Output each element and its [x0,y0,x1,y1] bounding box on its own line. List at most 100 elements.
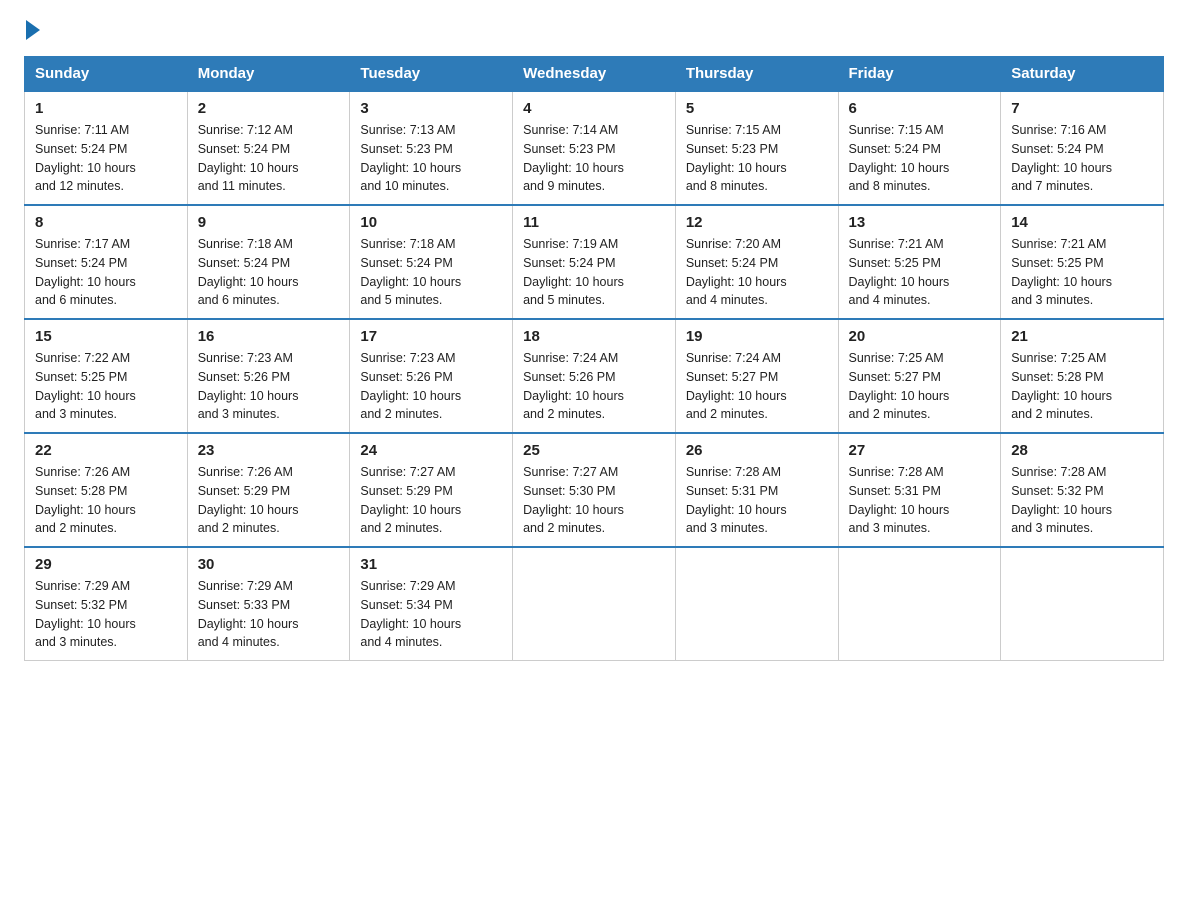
calendar-week-3: 15 Sunrise: 7:22 AMSunset: 5:25 PMDayligh… [25,319,1164,433]
day-number: 2 [198,100,340,117]
calendar-cell: 16Sunrise: 7:23 AMSunset: 5:26 PMDayligh… [187,319,350,433]
calendar-cell: 30 Sunrise: 7:29 AMSunset: 5:33 PMDayligh… [187,547,350,661]
day-info: Sunrise: 7:24 AMSunset: 5:26 PMDaylight:… [523,349,665,424]
day-info: Sunrise: 7:24 AMSunset: 5:27 PMDaylight:… [686,349,828,424]
day-info: Sunrise: 7:23 AMSunset: 5:26 PMDaylight:… [360,349,502,424]
day-info: Sunrise: 7:29 AMSunset: 5:32 PMDaylight:… [35,577,177,652]
calendar-cell: 10 Sunrise: 7:18 AMSunset: 5:24 PMDayligh… [350,205,513,319]
day-number: 8 [35,214,177,231]
calendar-week-1: 1 Sunrise: 7:11 AMSunset: 5:24 PMDaylight… [25,91,1164,205]
day-info: Sunrise: 7:28 AMSunset: 5:31 PMDaylight:… [849,463,991,538]
calendar-week-4: 22Sunrise: 7:26 AMSunset: 5:28 PMDayligh… [25,433,1164,547]
header-cell-monday: Monday [187,57,350,92]
calendar-body: 1 Sunrise: 7:11 AMSunset: 5:24 PMDaylight… [25,91,1164,661]
calendar-cell: 11 Sunrise: 7:19 AMSunset: 5:24 PMDayligh… [513,205,676,319]
day-number: 3 [360,100,502,117]
calendar-cell: 31 Sunrise: 7:29 AMSunset: 5:34 PMDayligh… [350,547,513,661]
header-cell-tuesday: Tuesday [350,57,513,92]
day-info: Sunrise: 7:26 AMSunset: 5:29 PMDaylight:… [198,463,340,538]
day-number: 16 [198,328,340,345]
day-number: 13 [849,214,991,231]
page-header [24,24,1164,40]
day-number: 5 [686,100,828,117]
calendar-cell [513,547,676,661]
header-cell-wednesday: Wednesday [513,57,676,92]
day-number: 26 [686,442,828,459]
day-number: 17 [360,328,502,345]
calendar-cell: 18 Sunrise: 7:24 AMSunset: 5:26 PMDayligh… [513,319,676,433]
day-info: Sunrise: 7:22 AMSunset: 5:25 PMDaylight:… [35,349,177,424]
calendar-cell [1001,547,1164,661]
day-info: Sunrise: 7:29 AMSunset: 5:34 PMDaylight:… [360,577,502,652]
calendar-cell: 7Sunrise: 7:16 AMSunset: 5:24 PMDaylight… [1001,91,1164,205]
calendar-cell: 14 Sunrise: 7:21 AMSunset: 5:25 PMDayligh… [1001,205,1164,319]
calendar-cell: 15 Sunrise: 7:22 AMSunset: 5:25 PMDayligh… [25,319,188,433]
day-info: Sunrise: 7:17 AMSunset: 5:24 PMDaylight:… [35,235,177,310]
day-number: 19 [686,328,828,345]
calendar-cell: 24 Sunrise: 7:27 AMSunset: 5:29 PMDayligh… [350,433,513,547]
day-number: 1 [35,100,177,117]
header-cell-thursday: Thursday [675,57,838,92]
day-number: 18 [523,328,665,345]
calendar-cell: 29Sunrise: 7:29 AMSunset: 5:32 PMDayligh… [25,547,188,661]
day-info: Sunrise: 7:18 AMSunset: 5:24 PMDaylight:… [198,235,340,310]
day-info: Sunrise: 7:27 AMSunset: 5:29 PMDaylight:… [360,463,502,538]
calendar-cell: 12Sunrise: 7:20 AMSunset: 5:24 PMDayligh… [675,205,838,319]
calendar-cell: 21 Sunrise: 7:25 AMSunset: 5:28 PMDayligh… [1001,319,1164,433]
day-info: Sunrise: 7:15 AMSunset: 5:24 PMDaylight:… [849,121,991,196]
day-info: Sunrise: 7:18 AMSunset: 5:24 PMDaylight:… [360,235,502,310]
day-number: 20 [849,328,991,345]
day-info: Sunrise: 7:25 AMSunset: 5:28 PMDaylight:… [1011,349,1153,424]
day-info: Sunrise: 7:20 AMSunset: 5:24 PMDaylight:… [686,235,828,310]
calendar-cell: 2Sunrise: 7:12 AMSunset: 5:24 PMDaylight… [187,91,350,205]
calendar-cell [838,547,1001,661]
day-number: 21 [1011,328,1153,345]
calendar-cell: 13 Sunrise: 7:21 AMSunset: 5:25 PMDayligh… [838,205,1001,319]
day-info: Sunrise: 7:11 AMSunset: 5:24 PMDaylight:… [35,121,177,196]
calendar-cell: 3 Sunrise: 7:13 AMSunset: 5:23 PMDaylight… [350,91,513,205]
calendar-header-row: SundayMondayTuesdayWednesdayThursdayFrid… [25,57,1164,92]
day-info: Sunrise: 7:21 AMSunset: 5:25 PMDaylight:… [849,235,991,310]
calendar-cell: 22Sunrise: 7:26 AMSunset: 5:28 PMDayligh… [25,433,188,547]
day-number: 6 [849,100,991,117]
header-cell-sunday: Sunday [25,57,188,92]
day-number: 31 [360,556,502,573]
calendar-cell: 20 Sunrise: 7:25 AMSunset: 5:27 PMDayligh… [838,319,1001,433]
calendar-cell: 28Sunrise: 7:28 AMSunset: 5:32 PMDayligh… [1001,433,1164,547]
logo-arrow-icon [26,20,40,40]
day-info: Sunrise: 7:29 AMSunset: 5:33 PMDaylight:… [198,577,340,652]
day-info: Sunrise: 7:13 AMSunset: 5:23 PMDaylight:… [360,121,502,196]
day-info: Sunrise: 7:25 AMSunset: 5:27 PMDaylight:… [849,349,991,424]
day-number: 15 [35,328,177,345]
day-number: 24 [360,442,502,459]
day-number: 30 [198,556,340,573]
calendar-cell: 25 Sunrise: 7:27 AMSunset: 5:30 PMDayligh… [513,433,676,547]
logo [24,24,40,40]
calendar-cell [675,547,838,661]
header-cell-saturday: Saturday [1001,57,1164,92]
day-info: Sunrise: 7:15 AMSunset: 5:23 PMDaylight:… [686,121,828,196]
day-number: 4 [523,100,665,117]
calendar-cell: 8 Sunrise: 7:17 AMSunset: 5:24 PMDaylight… [25,205,188,319]
day-number: 14 [1011,214,1153,231]
day-number: 25 [523,442,665,459]
day-info: Sunrise: 7:28 AMSunset: 5:32 PMDaylight:… [1011,463,1153,538]
calendar-cell: 4Sunrise: 7:14 AMSunset: 5:23 PMDaylight… [513,91,676,205]
day-number: 27 [849,442,991,459]
day-number: 11 [523,214,665,231]
calendar-cell: 1 Sunrise: 7:11 AMSunset: 5:24 PMDaylight… [25,91,188,205]
day-number: 7 [1011,100,1153,117]
calendar-cell: 9Sunrise: 7:18 AMSunset: 5:24 PMDaylight… [187,205,350,319]
calendar-cell: 5 Sunrise: 7:15 AMSunset: 5:23 PMDaylight… [675,91,838,205]
day-number: 22 [35,442,177,459]
calendar-cell: 17 Sunrise: 7:23 AMSunset: 5:26 PMDayligh… [350,319,513,433]
calendar-cell: 26 Sunrise: 7:28 AMSunset: 5:31 PMDayligh… [675,433,838,547]
calendar-cell: 19 Sunrise: 7:24 AMSunset: 5:27 PMDayligh… [675,319,838,433]
calendar-table: SundayMondayTuesdayWednesdayThursdayFrid… [24,56,1164,661]
day-number: 10 [360,214,502,231]
day-info: Sunrise: 7:19 AMSunset: 5:24 PMDaylight:… [523,235,665,310]
calendar-cell: 27 Sunrise: 7:28 AMSunset: 5:31 PMDayligh… [838,433,1001,547]
day-info: Sunrise: 7:27 AMSunset: 5:30 PMDaylight:… [523,463,665,538]
day-info: Sunrise: 7:21 AMSunset: 5:25 PMDaylight:… [1011,235,1153,310]
day-info: Sunrise: 7:28 AMSunset: 5:31 PMDaylight:… [686,463,828,538]
